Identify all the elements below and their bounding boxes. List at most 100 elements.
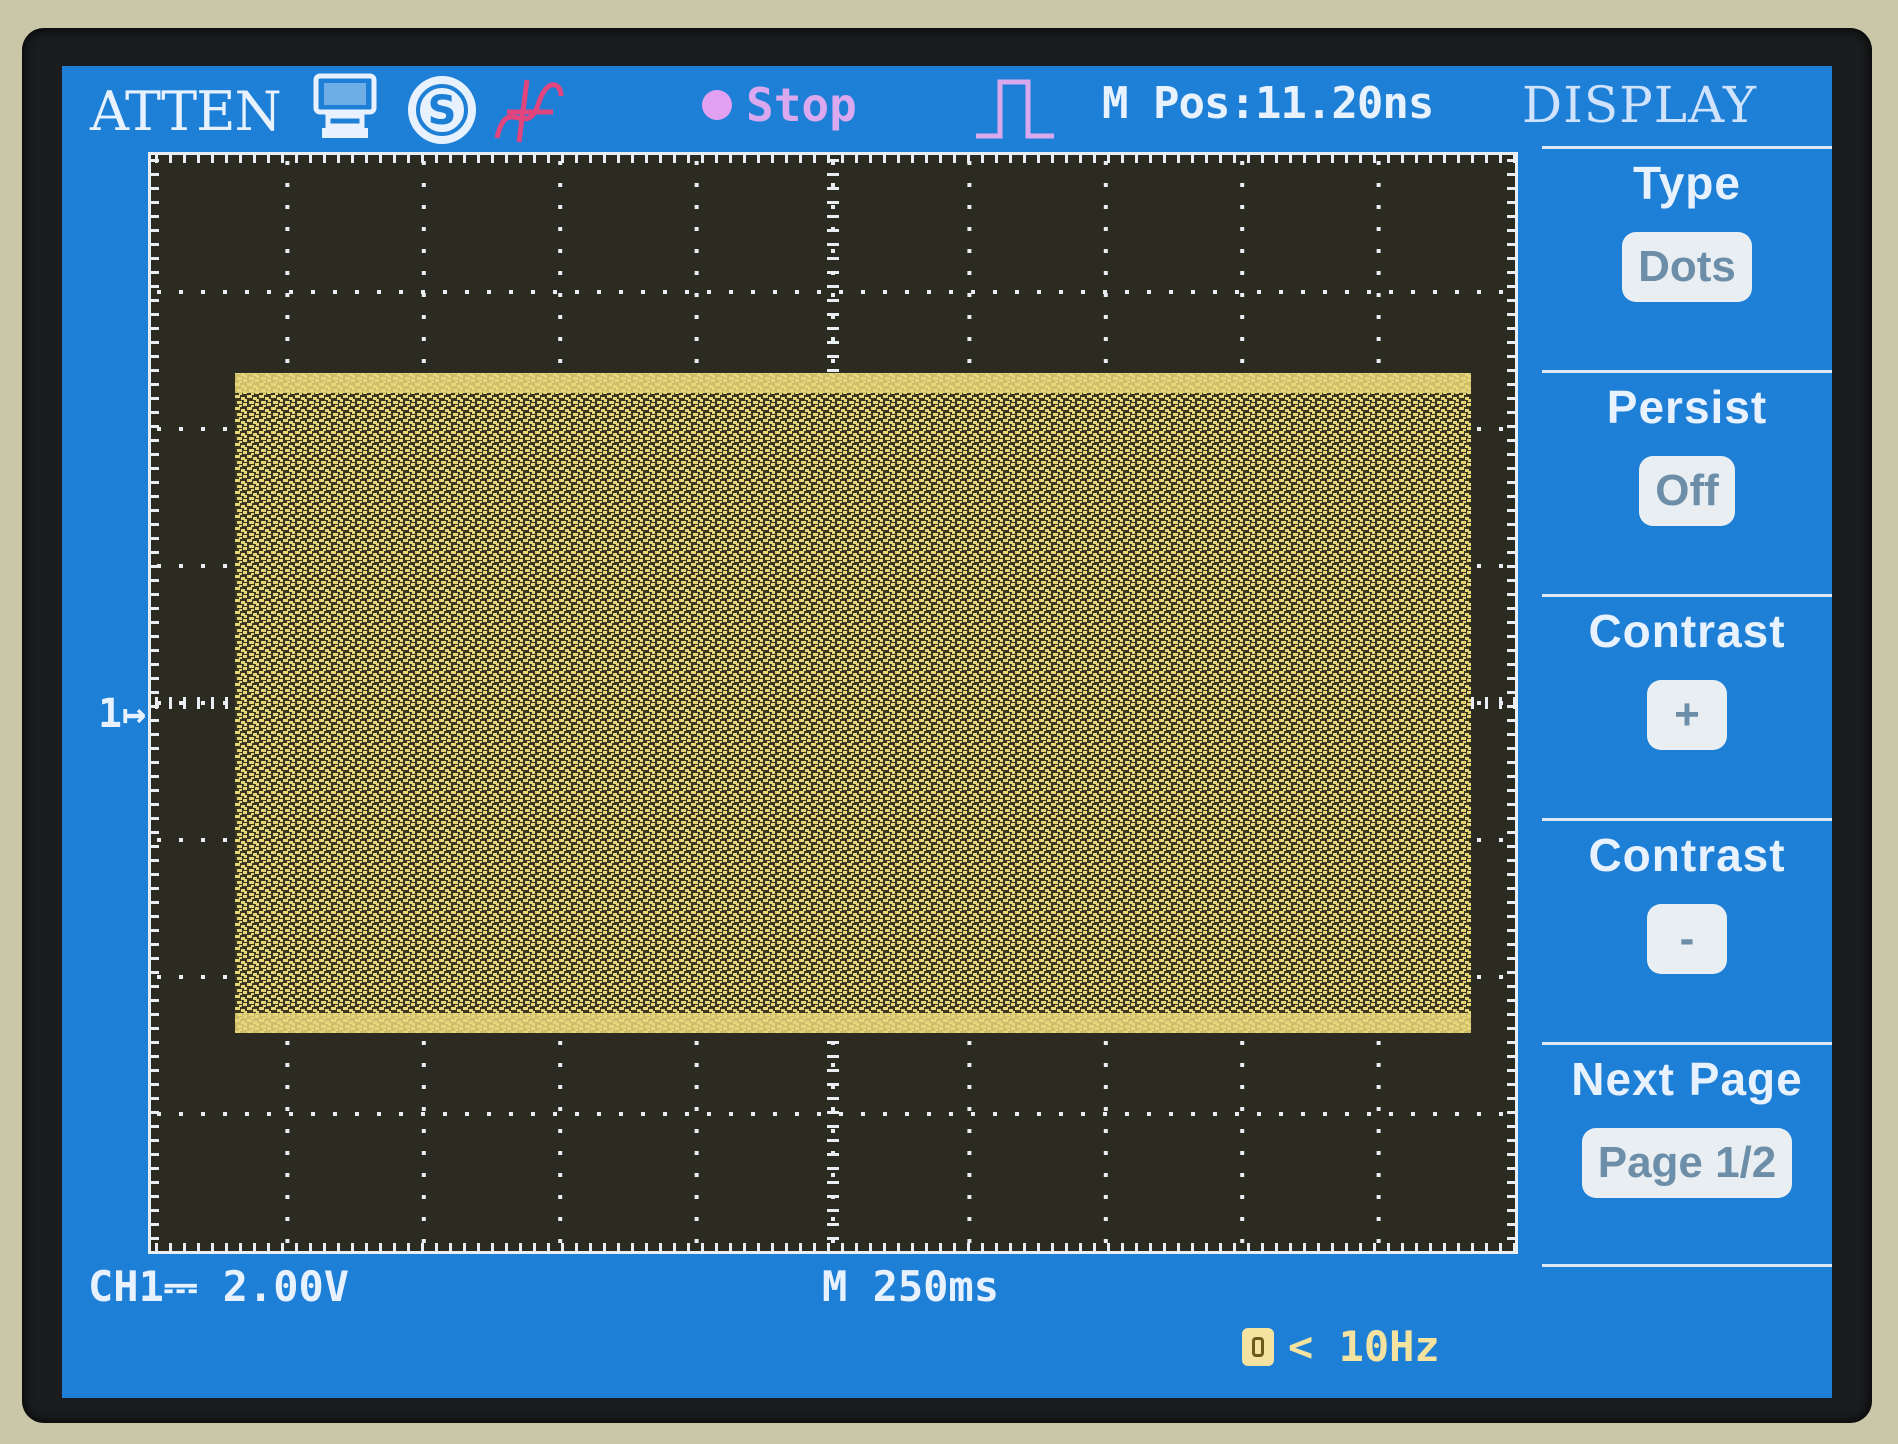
grid-dot <box>421 1063 426 1067</box>
border-tick <box>183 155 186 163</box>
grid-dot <box>1499 838 1503 842</box>
grid-dot <box>558 1085 563 1089</box>
math-function-icon[interactable] <box>487 72 571 152</box>
border-tick <box>617 1243 620 1251</box>
grid-dot <box>285 1107 290 1111</box>
grid-dot <box>285 337 290 341</box>
grid-dot <box>967 315 972 319</box>
border-tick <box>1507 985 1515 988</box>
border-tick <box>151 873 159 876</box>
border-tick <box>151 397 159 400</box>
save-s-icon[interactable]: S <box>404 72 480 152</box>
center-axis-tick <box>827 1069 839 1072</box>
horizontal-position-readout: M Pos:11.20ns <box>1102 78 1434 129</box>
border-tick <box>1507 523 1515 526</box>
border-tick <box>225 155 228 163</box>
border-tick <box>925 1243 928 1251</box>
border-tick <box>151 1027 159 1030</box>
grid-dot <box>1376 293 1381 297</box>
center-axis-tick <box>827 355 839 358</box>
border-tick <box>897 155 900 163</box>
menu-item-next-page[interactable]: Next Page Page 1/2 <box>1542 1052 1832 1198</box>
page-indicator-button[interactable]: Page 1/2 <box>1581 1128 1793 1198</box>
grid-dot <box>285 1063 290 1067</box>
grid-dot <box>839 290 843 294</box>
grid-dot <box>1376 1085 1381 1089</box>
border-tick <box>547 155 550 163</box>
grid-dot <box>707 1112 711 1116</box>
center-axis-tick <box>827 1167 839 1170</box>
grid-dot <box>694 1041 699 1045</box>
grid-dot <box>558 271 563 275</box>
border-tick <box>1507 901 1515 904</box>
grid-dot <box>967 337 972 341</box>
border-tick <box>151 383 159 386</box>
grid-dot <box>795 290 799 294</box>
border-tick <box>151 971 159 974</box>
border-tick <box>743 155 746 163</box>
grid-dot <box>1240 271 1245 275</box>
grid-dot <box>1455 1112 1459 1116</box>
channel-1-ground-marker[interactable]: 1↦ <box>98 691 146 737</box>
grid-dot <box>1240 1063 1245 1067</box>
border-tick <box>1507 747 1515 750</box>
menu-item-persist[interactable]: Persist Off <box>1542 380 1832 526</box>
contrast-decrease-button[interactable]: - <box>1647 904 1727 974</box>
border-tick <box>151 299 159 302</box>
border-tick <box>1507 439 1515 442</box>
grid-dot <box>1240 337 1245 341</box>
brand-logo: ATTEN <box>90 80 282 143</box>
grid-dot <box>751 1112 755 1116</box>
grid-dot <box>245 1112 249 1116</box>
grid-dot <box>1240 1151 1245 1155</box>
border-tick <box>151 915 159 918</box>
grid-dot <box>285 227 290 231</box>
grid-dot <box>1240 1107 1245 1111</box>
border-tick <box>1331 1243 1334 1251</box>
border-tick <box>151 579 159 582</box>
grid-dot <box>1376 315 1381 319</box>
menu-item-contrast-up[interactable]: Contrast + <box>1542 604 1832 750</box>
border-tick <box>1289 155 1292 163</box>
border-tick <box>1135 155 1138 163</box>
border-tick <box>505 1243 508 1251</box>
grid-dot <box>1376 337 1381 341</box>
border-tick <box>1513 1243 1515 1251</box>
grid-dot <box>993 1112 997 1116</box>
grid-dot <box>421 1217 426 1221</box>
border-tick <box>151 1097 159 1100</box>
menu-label-contrast: Contrast <box>1588 829 1786 881</box>
menu-item-type[interactable]: Type Dots <box>1542 156 1832 302</box>
grid-dot <box>421 315 426 319</box>
border-tick <box>151 887 159 890</box>
grid-dot <box>1169 290 1173 294</box>
grid-dot <box>1376 1195 1381 1199</box>
grid-dot <box>558 1063 563 1067</box>
border-tick <box>1485 1243 1488 1251</box>
grid-dot <box>1147 1112 1151 1116</box>
waveform-plot <box>151 155 1515 1251</box>
border-tick <box>1507 915 1515 918</box>
grid-dot <box>817 1112 821 1116</box>
grid-dot <box>421 271 426 275</box>
border-tick <box>477 155 480 163</box>
type-value-button[interactable]: Dots <box>1622 232 1752 302</box>
grid-dot <box>1323 1112 1327 1116</box>
border-tick <box>659 155 662 163</box>
display-menu-icon[interactable] <box>310 72 380 146</box>
border-tick <box>1289 1243 1292 1251</box>
grid-dot <box>465 1112 469 1116</box>
menu-separator <box>1542 370 1832 373</box>
menu-item-contrast-down[interactable]: Contrast - <box>1542 828 1832 974</box>
border-tick <box>225 1243 228 1251</box>
persist-value-button[interactable]: Off <box>1639 456 1735 526</box>
center-axis-tick <box>827 229 839 232</box>
border-tick <box>1429 155 1432 163</box>
border-tick <box>799 1243 802 1251</box>
border-tick <box>1507 831 1515 834</box>
border-tick <box>1401 1243 1404 1251</box>
grid-dot <box>553 1112 557 1116</box>
contrast-increase-button[interactable]: + <box>1647 680 1727 750</box>
menu-label-contrast: Contrast <box>1588 605 1786 657</box>
border-tick <box>1507 355 1515 358</box>
